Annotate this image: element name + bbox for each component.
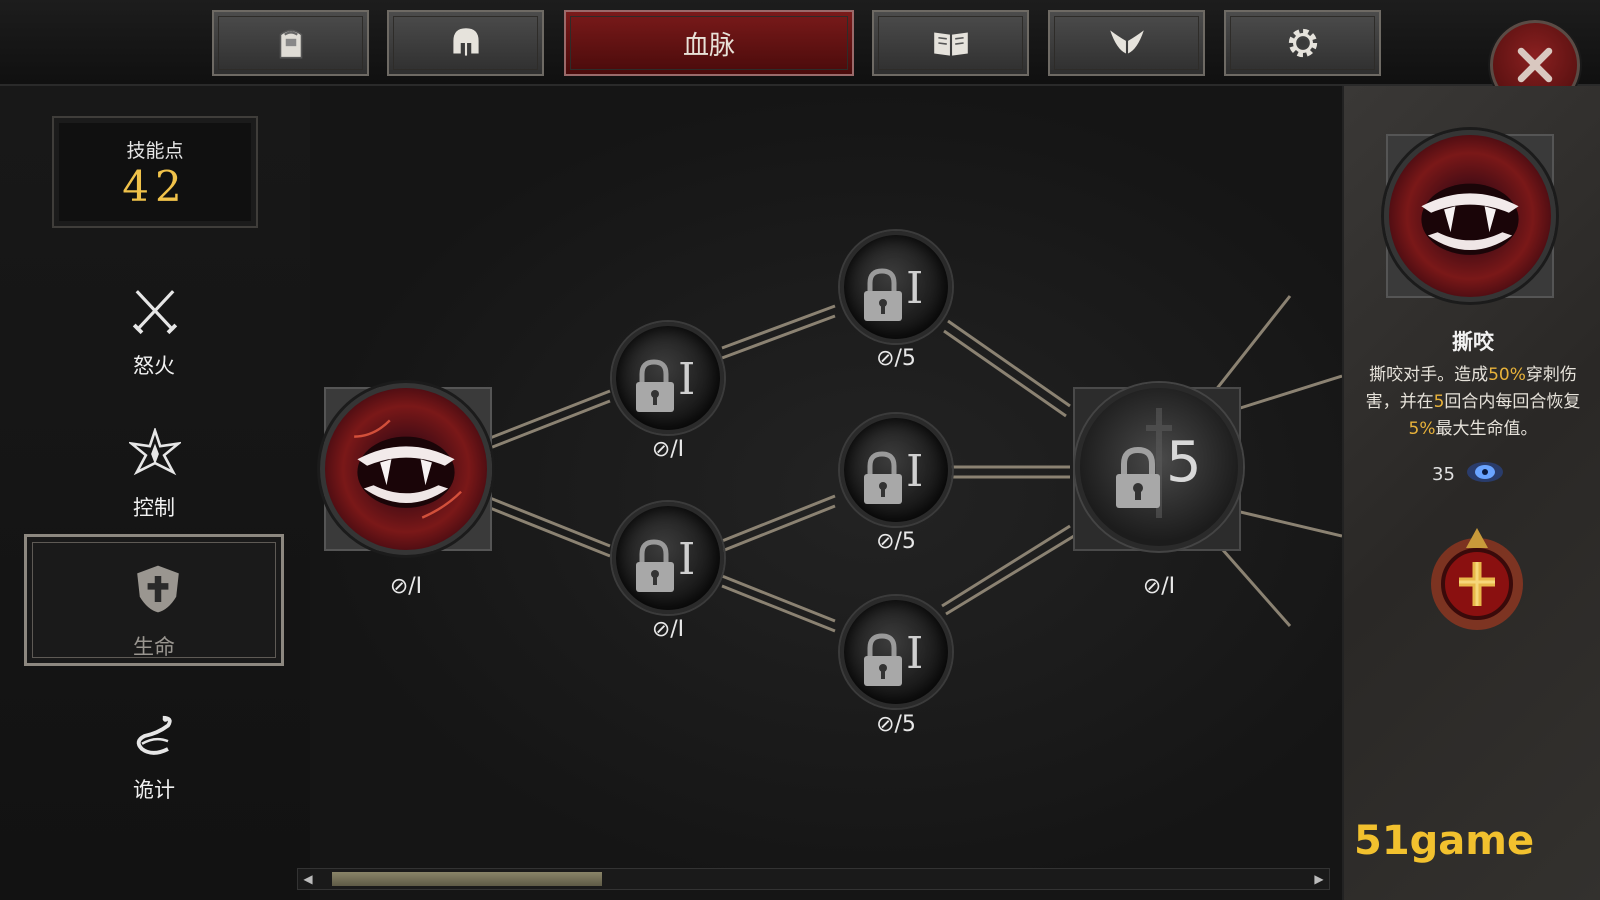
desc-text-4: 最大生命值。 (1435, 419, 1538, 439)
tier1-top-caption: ⊘/I (651, 437, 685, 462)
horizontal-scrollbar[interactable]: ◀ ▶ (297, 868, 1330, 890)
skill-node-bite[interactable] (320, 383, 492, 555)
desc-highlight-1: 50% (1488, 365, 1526, 385)
tier2-top-rank: I (906, 263, 924, 314)
backpack-icon (279, 29, 302, 59)
tab-bloodline-label: 血脉 (682, 30, 735, 61)
helmet-icon (452, 28, 479, 56)
scroll-right-arrow[interactable]: ▶ (1311, 871, 1327, 887)
skill-description: 撕咬对手。造成50%穿刺伤害，并在5回合内每回合恢复5%最大生命值。 (1358, 362, 1588, 443)
tier2-bottom-caption: ⊘/5 (876, 712, 916, 737)
tier2-middle-caption: ⊘/5 (876, 529, 916, 554)
tier1-bottom-caption: ⊘/I (651, 617, 685, 642)
tier1-top-rank: I (678, 354, 696, 405)
skill-node-tier2-middle[interactable]: I (840, 414, 952, 526)
tab-bloodline[interactable]: 血脉 (564, 10, 854, 76)
category-life[interactable]: 生命 (24, 534, 284, 666)
tab-inventory[interactable] (212, 10, 369, 76)
desc-highlight-2: 5 (1433, 392, 1445, 412)
desc-text-3: 回合内每回合恢复 (1444, 392, 1581, 412)
skill-node-tier3[interactable]: 5 (1075, 383, 1243, 551)
tab-settings[interactable] (1224, 10, 1381, 76)
fangs-icon (354, 419, 462, 519)
skill-name: 撕咬 (1452, 330, 1494, 354)
category-trickery[interactable]: 诡计 (24, 690, 284, 816)
tier3-rank: 5 (1166, 430, 1202, 495)
category-life-label: 生命 (133, 635, 175, 659)
lock-icon (864, 451, 902, 504)
crossed-swords-icon (132, 290, 178, 335)
shield-cross-icon (137, 565, 179, 613)
tab-codex[interactable] (872, 10, 1029, 76)
desc-text-1: 撕咬对手。造成 (1369, 365, 1489, 385)
skill-cost-value: 35 (1432, 464, 1455, 485)
lock-icon (864, 633, 902, 686)
skill-points-value: 42 (122, 162, 188, 211)
tier2-middle-rank: I (906, 446, 924, 497)
skill-node-tier2-bottom[interactable]: I (840, 596, 952, 708)
scroll-thumb[interactable] (332, 872, 602, 886)
lock-icon (636, 539, 674, 592)
desc-highlight-3: 5% (1408, 419, 1436, 439)
star-burst-icon (129, 428, 181, 476)
tab-equipment[interactable] (387, 10, 544, 76)
skill-points-label: 技能点 (126, 140, 184, 162)
wings-icon (1109, 30, 1144, 54)
skill-node-tier2-top[interactable]: I (840, 231, 952, 343)
serpent-icon (136, 715, 172, 755)
detail-skill-icon (1384, 130, 1556, 302)
top-navigation-bar: 血脉 (0, 0, 1600, 86)
open-book-icon (933, 32, 968, 56)
start-node-caption: ⊘/I (389, 574, 423, 599)
tab-wings[interactable] (1048, 10, 1205, 76)
category-control-label: 控制 (133, 496, 175, 520)
gear-icon (1288, 28, 1317, 58)
skill-detail-panel: 撕咬 撕咬对手。造成50%穿刺伤害，并在5回合内每回合恢复5%最大生命值。 35 (1342, 86, 1600, 900)
tier3-caption: ⊘/I (1142, 574, 1176, 599)
scroll-left-arrow[interactable]: ◀ (300, 871, 316, 887)
skill-points-panel: 技能点 42 (52, 116, 258, 228)
tier2-bottom-rank: I (906, 628, 924, 679)
tier2-top-caption: ⊘/5 (876, 346, 916, 371)
fangs-icon (1421, 183, 1519, 255)
skill-node-tier1-bottom[interactable]: I (612, 502, 724, 614)
lock-icon (636, 359, 674, 412)
category-sidebar: 技能点 42 怒火 控制 生命 诡计 (0, 86, 310, 900)
watermark: 51game (1354, 818, 1535, 864)
blood-cross-emblem-icon[interactable] (1412, 518, 1542, 640)
blue-gem-icon (1467, 462, 1503, 482)
category-rage[interactable]: 怒火 (24, 266, 284, 392)
category-rage-label: 怒火 (133, 354, 175, 378)
lock-icon (864, 268, 902, 321)
close-icon (1517, 47, 1553, 83)
lock-icon (1116, 408, 1172, 518)
skill-node-tier1-top[interactable]: I (612, 322, 724, 434)
category-control[interactable]: 控制 (24, 408, 284, 534)
category-trickery-label: 诡计 (133, 778, 175, 802)
tier1-bottom-rank: I (678, 534, 696, 585)
